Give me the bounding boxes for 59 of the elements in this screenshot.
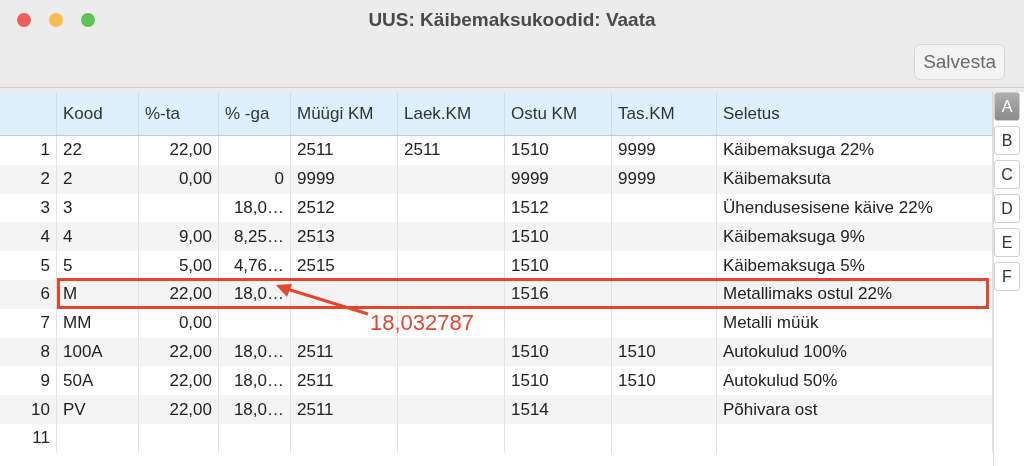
table-cell: 18,0… (219, 395, 291, 424)
table-cell: MM (57, 308, 139, 338)
table-cell: Käibemaksuga 22% (717, 136, 993, 165)
table-cell: M (57, 280, 139, 309)
window-title: UUS: Käibemaksukoodid: Vaata (368, 9, 656, 31)
index-tab[interactable]: C (994, 160, 1020, 189)
row-number: 1 (0, 136, 57, 165)
table-cell: 2515 (291, 251, 398, 280)
table-cell: 9999 (612, 164, 717, 194)
table-cell: 2511 (398, 136, 505, 165)
table-cell: PV (57, 395, 139, 424)
index-tab[interactable]: F (994, 262, 1020, 291)
column-header[interactable]: Laek.KM (398, 92, 505, 135)
table-cell: 22,00 (139, 136, 219, 165)
table-cell: 9999 (505, 164, 612, 194)
column-header[interactable]: Müügi KM (291, 92, 398, 135)
column-header[interactable]: Seletus (717, 92, 993, 135)
table-cell: 1510 (505, 251, 612, 280)
table-cell: 5,00 (139, 251, 219, 280)
annotation-text: 18,032787 (370, 310, 474, 336)
table-cell: 1516 (505, 280, 612, 309)
table-cell: Metalli müük (717, 308, 993, 338)
table-cell: 1510 (505, 136, 612, 165)
table-cell: 5 (57, 251, 139, 280)
table-cell: 4,76… (219, 251, 291, 280)
row-number: 11 (0, 423, 57, 453)
row-number: 10 (0, 395, 57, 424)
row-number: 7 (0, 308, 57, 338)
column-header[interactable]: % -ga (219, 92, 291, 135)
table-cell: 2511 (291, 395, 398, 424)
table-cell: 9999 (612, 136, 717, 165)
table-cell: 9999 (291, 164, 398, 194)
table-cell: Käibemaksuta (717, 164, 993, 194)
row-number: 2 (0, 164, 57, 194)
save-button[interactable]: Salvesta (914, 44, 1005, 80)
column-header[interactable]: Ostu KM (505, 92, 612, 135)
index-tab[interactable]: D (994, 194, 1020, 223)
table-cell: 2511 (291, 136, 398, 165)
table-cell: Käibemaksuga 5% (717, 251, 993, 280)
table-cell: 22,00 (139, 395, 219, 424)
column-header[interactable]: Kood (57, 92, 139, 135)
index-tab[interactable]: B (994, 126, 1020, 155)
table-cell: 22,00 (139, 280, 219, 309)
row-number: 5 (0, 251, 57, 280)
minimize-button[interactable] (49, 13, 63, 27)
table-cell: 0 (219, 164, 291, 194)
table-cell: 0,00 (139, 308, 219, 338)
table-cell: 0,00 (139, 164, 219, 194)
table-cell: 1514 (505, 395, 612, 424)
close-button[interactable] (17, 13, 31, 27)
table-cell: 2 (57, 164, 139, 194)
index-tab[interactable]: E (994, 228, 1020, 257)
zoom-button[interactable] (81, 13, 95, 27)
table-cell: 22 (57, 136, 139, 165)
column-header[interactable]: %-ta (139, 92, 219, 135)
row-number: 6 (0, 280, 57, 309)
table-cell: Põhivara ost (717, 395, 993, 424)
column-header[interactable]: Tas.KM (612, 92, 717, 135)
table-cell: Metallimaks ostul 22% (717, 280, 993, 309)
